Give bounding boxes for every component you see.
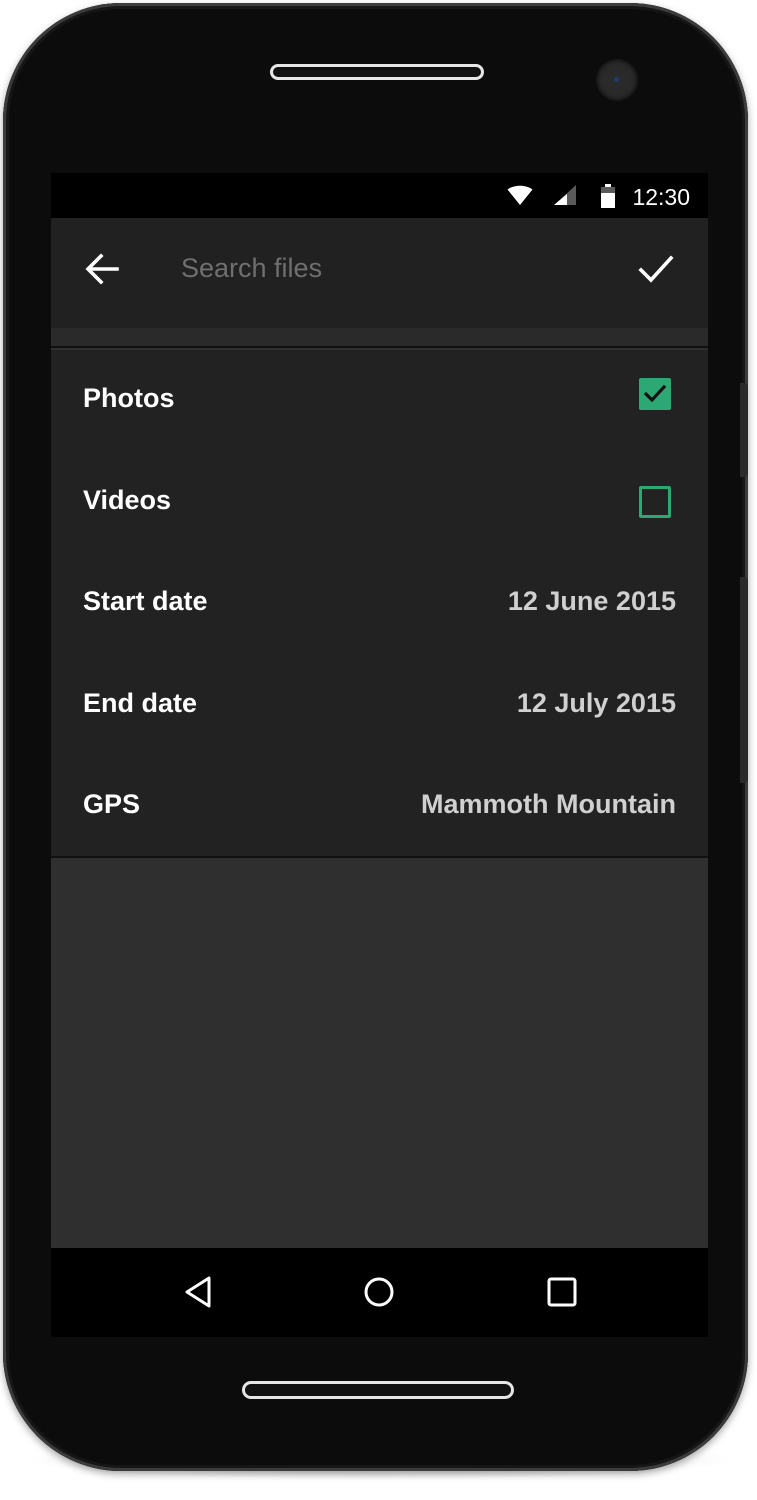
list-item-end-date[interactable]: End date 12 July 2015	[51, 655, 708, 757]
back-button[interactable]	[83, 252, 123, 286]
gps-value: Mammoth Mountain	[421, 789, 676, 819]
search-input[interactable]	[181, 248, 601, 288]
checkmark-icon	[638, 255, 674, 283]
photos-checkbox[interactable]	[639, 378, 671, 410]
list-item-start-date[interactable]: Start date 12 June 2015	[51, 553, 708, 655]
arrow-back-icon	[85, 253, 119, 285]
gps-label: GPS	[83, 789, 141, 819]
videos-label: Videos	[83, 484, 172, 515]
filter-list: Photos Videos Start date 12 June 2015 En…	[51, 350, 708, 858]
nav-recents-button[interactable]	[540, 1270, 584, 1314]
nav-home-button[interactable]	[357, 1270, 401, 1314]
front-camera	[596, 59, 638, 101]
status-bar: 12:30	[51, 173, 708, 218]
navigation-bar	[51, 1248, 708, 1337]
power-button[interactable]	[740, 577, 748, 783]
volume-button[interactable]	[740, 383, 748, 477]
list-item-videos[interactable]: Videos	[51, 452, 708, 554]
bottom-speaker	[242, 1381, 514, 1399]
end-date-label: End date	[83, 687, 198, 718]
toolbar-shadow-band	[51, 328, 708, 346]
screen: 12:30 Photos	[51, 173, 708, 1337]
checkmark-icon	[643, 384, 667, 403]
start-date-label: Start date	[83, 586, 208, 616]
nav-recents-icon	[547, 1277, 577, 1307]
search-toolbar	[51, 218, 708, 348]
battery-icon	[600, 184, 616, 213]
empty-content-area	[51, 858, 708, 1248]
cell-signal-icon	[553, 184, 577, 211]
end-date-value: 12 July 2015	[516, 687, 676, 718]
list-item-gps[interactable]: GPS Mammoth Mountain	[51, 756, 708, 858]
phone-frame: 12:30 Photos	[3, 3, 748, 1471]
nav-home-icon	[364, 1277, 394, 1307]
nav-back-button[interactable]	[177, 1270, 221, 1314]
confirm-button[interactable]	[636, 252, 676, 286]
status-time: 12:30	[632, 184, 690, 210]
videos-checkbox[interactable]	[639, 485, 671, 518]
earpiece-speaker	[270, 64, 484, 80]
photos-label: Photos	[83, 383, 175, 413]
wifi-icon	[507, 184, 533, 211]
nav-back-icon	[185, 1276, 211, 1308]
start-date-value: 12 June 2015	[507, 586, 676, 616]
list-item-photos[interactable]: Photos	[51, 350, 708, 452]
stage: 12:30 Photos	[0, 0, 757, 1500]
